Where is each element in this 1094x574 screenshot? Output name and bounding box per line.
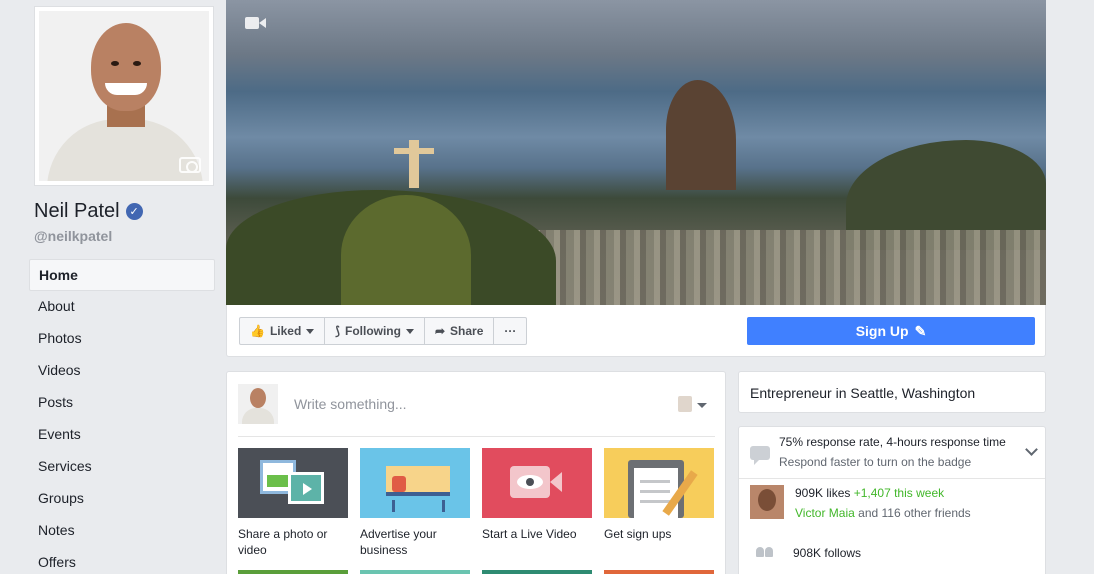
- response-rate: 75% response rate, 4-hours response time: [779, 435, 1006, 449]
- nav-item-events[interactable]: Events: [29, 419, 215, 451]
- friends-line: Victor Maia and 116 other friends: [795, 506, 971, 520]
- cover-peak: [341, 195, 471, 305]
- category-text[interactable]: Entrepreneur in Seattle, Washington: [750, 385, 975, 401]
- tile-label: Advertise your business: [360, 527, 437, 557]
- chevron-down-icon[interactable]: [1025, 443, 1038, 456]
- follows-count: 908K follows: [793, 546, 862, 560]
- nav-item-about[interactable]: About: [29, 291, 215, 323]
- tile-partial[interactable]: [482, 570, 592, 574]
- cover-sugarloaf: [666, 80, 736, 190]
- photo-eye: [111, 61, 119, 66]
- more-dots-icon: ···: [504, 324, 517, 338]
- rss-icon: ⟆: [335, 324, 340, 338]
- tile-partial[interactable]: [238, 570, 348, 574]
- post-composer: Write something... Share a photo or vide…: [226, 371, 726, 574]
- composer-tiles: Share a photo or video Advertise your bu…: [238, 448, 714, 558]
- friends-rest[interactable]: and 116 other friends: [858, 506, 971, 520]
- advertise-icon: [360, 448, 470, 518]
- more-button[interactable]: ···: [493, 317, 528, 345]
- cover-video[interactable]: [226, 0, 1046, 305]
- likes-line: 909K likes +1,407 this week: [795, 486, 944, 500]
- sign-up-button[interactable]: Sign Up ✎: [747, 317, 1035, 345]
- tile-partial[interactable]: [360, 570, 470, 574]
- page-nav: Home About Photos Videos Posts Events Se…: [29, 259, 215, 574]
- friend-name-link[interactable]: Victor Maia: [795, 506, 855, 520]
- liked-label: Liked: [269, 324, 302, 338]
- page-action-bar: 👍 Liked ⟆ Following ➦ Share ··· Sign Up …: [226, 305, 1046, 357]
- tile-label: Share a photo or video: [238, 527, 328, 557]
- page-name-text[interactable]: Neil Patel: [34, 200, 120, 223]
- post-as-avatar[interactable]: [678, 396, 692, 412]
- share-photo-tile[interactable]: Share a photo or video: [238, 448, 348, 558]
- message-icon: [750, 446, 770, 465]
- caret-down-icon: [306, 328, 315, 334]
- divider: [739, 478, 1045, 479]
- cover-statue-arms: [394, 148, 434, 154]
- photo-head: [91, 23, 161, 111]
- nav-item-posts[interactable]: Posts: [29, 387, 215, 419]
- caret-down-icon: [405, 328, 414, 334]
- nav-item-services[interactable]: Services: [29, 451, 215, 483]
- advertise-tile[interactable]: Advertise your business: [360, 448, 470, 558]
- share-button[interactable]: ➦ Share: [423, 317, 495, 345]
- action-buttons: 👍 Liked ⟆ Following ➦ Share ···: [239, 317, 528, 345]
- response-hint: Respond faster to turn on the badge: [779, 455, 972, 469]
- sign-ups-tile[interactable]: Get sign ups: [604, 448, 714, 558]
- nav-item-photos[interactable]: Photos: [29, 323, 215, 355]
- nav-item-home[interactable]: Home: [29, 259, 215, 291]
- live-video-tile[interactable]: Start a Live Video: [482, 448, 592, 558]
- share-label: Share: [450, 324, 484, 338]
- photo-smile: [105, 83, 147, 95]
- following-button[interactable]: ⟆ Following: [324, 317, 425, 345]
- category-card: Entrepreneur in Seattle, Washington: [738, 371, 1046, 413]
- photo-eye: [133, 61, 141, 66]
- page-info-card: 75% response rate, 4-hours response time…: [738, 426, 1046, 574]
- following-label: Following: [344, 324, 401, 338]
- divider: [238, 436, 715, 437]
- nav-item-offers[interactable]: Offers: [29, 547, 215, 574]
- live-video-icon: [482, 448, 592, 518]
- photo-video-icon: [238, 448, 348, 518]
- nav-item-groups[interactable]: Groups: [29, 483, 215, 515]
- nav-item-videos[interactable]: Videos: [29, 355, 215, 387]
- tile-label: Start a Live Video: [482, 527, 577, 541]
- camera-icon[interactable]: [179, 157, 201, 173]
- nav-item-notes[interactable]: Notes: [29, 515, 215, 547]
- liked-button[interactable]: 👍 Liked: [239, 317, 326, 345]
- pencil-icon: ✎: [914, 322, 927, 339]
- page-name[interactable]: Neil Patel ✓: [34, 200, 143, 223]
- likes-count: 909K likes: [795, 486, 851, 500]
- tile-partial[interactable]: [604, 570, 714, 574]
- friend-avatar[interactable]: [750, 485, 784, 519]
- caret-down-icon[interactable]: [697, 403, 707, 408]
- tile-label: Get sign ups: [604, 527, 672, 541]
- video-camera-icon: [245, 17, 266, 29]
- write-something-input[interactable]: Write something...: [294, 396, 407, 412]
- clipboard-icon: [604, 448, 714, 518]
- people-icon: [756, 547, 774, 557]
- composer-avatar: [238, 384, 278, 424]
- profile-photo: [39, 11, 209, 181]
- page-handle[interactable]: @neilkpatel: [34, 228, 112, 244]
- thumbs-up-icon: 👍: [250, 324, 265, 338]
- likes-growth: +1,407 this week: [853, 486, 945, 500]
- share-arrow-icon: ➦: [434, 324, 446, 338]
- profile-picture[interactable]: [34, 6, 214, 186]
- verified-check-icon: ✓: [125, 203, 143, 220]
- sign-up-label: Sign Up: [855, 323, 909, 339]
- composer-tiles-row-2: [238, 570, 714, 574]
- cover-city: [486, 230, 1046, 305]
